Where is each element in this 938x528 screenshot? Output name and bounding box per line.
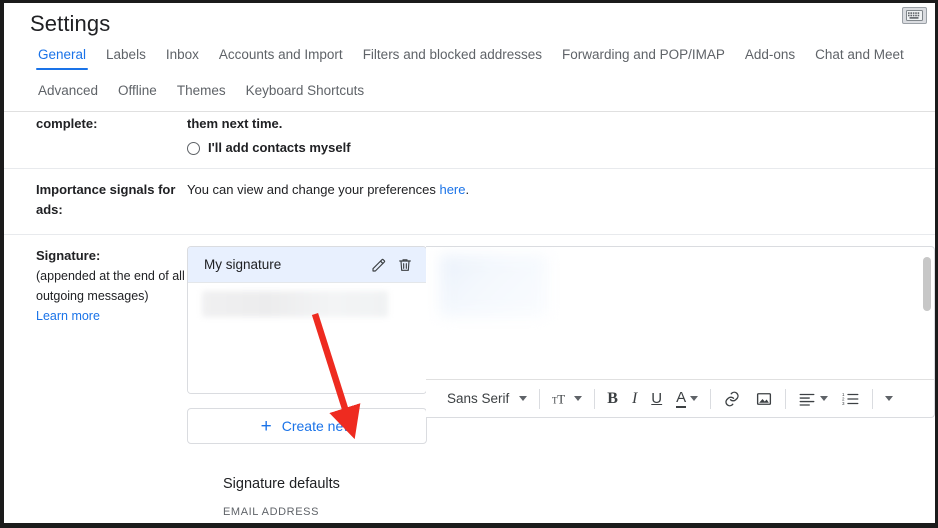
font-family-dropdown[interactable]: Sans Serif bbox=[440, 385, 534, 413]
toolbar-divider bbox=[710, 388, 712, 409]
tab-general[interactable]: General bbox=[28, 45, 96, 70]
row-label-importance-signals: Importance signals for ads: bbox=[4, 180, 187, 220]
settings-content: complete: them next time. I'll add conta… bbox=[4, 112, 935, 518]
chevron-down-icon bbox=[519, 396, 528, 401]
tab-add-ons[interactable]: Add-ons bbox=[735, 45, 805, 70]
signature-editor-toolbar: Sans Serif T T B I U A 1 2 3 bbox=[426, 379, 934, 417]
svg-text:T: T bbox=[558, 392, 566, 406]
italic-button[interactable]: I bbox=[625, 385, 644, 413]
align-left-icon[interactable] bbox=[791, 385, 835, 413]
tab-filters-and-blocked-addresses[interactable]: Filters and blocked addresses bbox=[353, 45, 552, 70]
trash-icon[interactable] bbox=[392, 252, 418, 278]
tab-offline[interactable]: Offline bbox=[108, 81, 167, 106]
tab-labels[interactable]: Labels bbox=[96, 45, 156, 70]
toolbar-divider bbox=[872, 388, 874, 409]
underline-button[interactable]: U bbox=[644, 385, 669, 413]
pencil-icon[interactable] bbox=[366, 252, 392, 278]
tab-chat-and-meet[interactable]: Chat and Meet bbox=[805, 45, 914, 70]
signature-list-item-blurred[interactable] bbox=[188, 283, 426, 321]
settings-header: Settings bbox=[4, 3, 935, 45]
text-size-icon[interactable]: T T bbox=[545, 385, 589, 413]
settings-tabbar: General Labels Inbox Accounts and Import… bbox=[4, 45, 935, 112]
chevron-down-icon bbox=[690, 396, 699, 401]
more-options-icon[interactable] bbox=[878, 385, 900, 413]
row-label-signature: Signature: (appended at the end of all o… bbox=[4, 246, 187, 444]
blurred-signature-content bbox=[440, 255, 548, 317]
radio-button[interactable] bbox=[187, 141, 200, 155]
signature-defaults-heading: Signature defaults bbox=[223, 476, 340, 492]
tab-row-secondary: Advanced Offline Themes Keyboard Shortcu… bbox=[28, 77, 935, 111]
chevron-down-icon bbox=[820, 396, 829, 401]
settings-window: Settings General Labels Inbox Accounts a… bbox=[0, 0, 938, 528]
tab-keyboard-shortcuts[interactable]: Keyboard Shortcuts bbox=[236, 81, 375, 106]
importance-text-after: . bbox=[465, 182, 470, 197]
radio-label: I'll add contacts myself bbox=[208, 140, 351, 155]
numbered-list-icon[interactable]: 1 2 3 bbox=[835, 385, 867, 413]
page-title: Settings bbox=[30, 11, 111, 36]
preferences-here-link[interactable]: here bbox=[439, 182, 465, 197]
signature-name: My signature bbox=[204, 256, 282, 272]
signature-label: Signature: bbox=[36, 248, 101, 263]
row-value-importance-signals: You can view and change your preferences… bbox=[187, 180, 935, 220]
create-new-label: Create new bbox=[281, 418, 354, 434]
blurred-signature-name bbox=[202, 291, 388, 317]
tab-row-primary: General Labels Inbox Accounts and Import… bbox=[28, 45, 935, 77]
signature-editor-panel: Sans Serif T T B I U A 1 2 3 bbox=[426, 246, 935, 418]
image-icon[interactable] bbox=[748, 385, 780, 413]
row-value-autocomplete: them next time. I'll add contacts myself bbox=[187, 114, 935, 158]
signature-widget: My signature + Create new Sans Serif T T… bbox=[187, 246, 935, 444]
row-importance-signals-for-ads: Importance signals for ads: You can view… bbox=[4, 169, 935, 235]
importance-label-line1: Importance signals for bbox=[36, 182, 176, 197]
signature-learn-more-link[interactable]: Learn more bbox=[36, 306, 100, 326]
importance-text-before: You can view and change your preferences bbox=[187, 182, 440, 197]
tab-themes[interactable]: Themes bbox=[167, 81, 236, 106]
bold-button[interactable]: B bbox=[600, 385, 625, 413]
svg-text:3: 3 bbox=[842, 401, 845, 406]
autocomplete-option-text: them next time. bbox=[187, 116, 283, 131]
signature-defaults-section: Signature defaults EMAIL ADDRESS bbox=[4, 454, 935, 518]
row-value-signature: My signature + Create new Sans Serif T T… bbox=[187, 246, 935, 444]
toolbar-divider bbox=[539, 388, 541, 409]
signature-list-empty-space bbox=[188, 321, 426, 393]
text-color-letter: A bbox=[676, 388, 687, 408]
tab-forwarding-and-pop-imap[interactable]: Forwarding and POP/IMAP bbox=[552, 45, 735, 70]
chevron-down-icon bbox=[574, 396, 583, 401]
tab-inbox[interactable]: Inbox bbox=[156, 45, 209, 70]
signature-list-item-my-signature[interactable]: My signature bbox=[188, 247, 426, 283]
text-color-button[interactable]: A bbox=[669, 385, 705, 413]
keyboard-icon[interactable] bbox=[902, 7, 927, 24]
create-new-signature-button[interactable]: + Create new bbox=[187, 408, 427, 444]
radio-option-add-contacts-myself[interactable]: I'll add contacts myself bbox=[187, 138, 925, 158]
plus-icon: + bbox=[260, 415, 272, 437]
link-icon[interactable] bbox=[716, 385, 748, 413]
row-create-contacts-for-autocomplete: complete: them next time. I'll add conta… bbox=[4, 112, 935, 169]
email-address-column-header: EMAIL ADDRESS bbox=[223, 506, 320, 518]
signature-list: My signature bbox=[187, 246, 427, 394]
signature-editor-canvas[interactable] bbox=[426, 247, 934, 379]
signature-left-column: My signature + Create new bbox=[187, 246, 427, 444]
chevron-down-icon bbox=[885, 396, 894, 401]
toolbar-divider bbox=[594, 388, 596, 409]
font-family-value: Sans Serif bbox=[447, 390, 510, 406]
editor-scrollbar[interactable] bbox=[922, 249, 932, 379]
editor-scrollbar-thumb[interactable] bbox=[923, 257, 931, 311]
signature-sub-line1: (appended at the end of all bbox=[36, 269, 185, 283]
tab-accounts-and-import[interactable]: Accounts and Import bbox=[209, 45, 353, 70]
row-signature: Signature: (appended at the end of all o… bbox=[4, 235, 935, 454]
tab-advanced[interactable]: Advanced bbox=[28, 81, 108, 106]
row-label-autocomplete: complete: bbox=[36, 116, 98, 131]
importance-label-line2: ads: bbox=[36, 202, 63, 217]
toolbar-divider bbox=[785, 388, 787, 409]
signature-sub-line2: outgoing messages) bbox=[36, 289, 149, 303]
